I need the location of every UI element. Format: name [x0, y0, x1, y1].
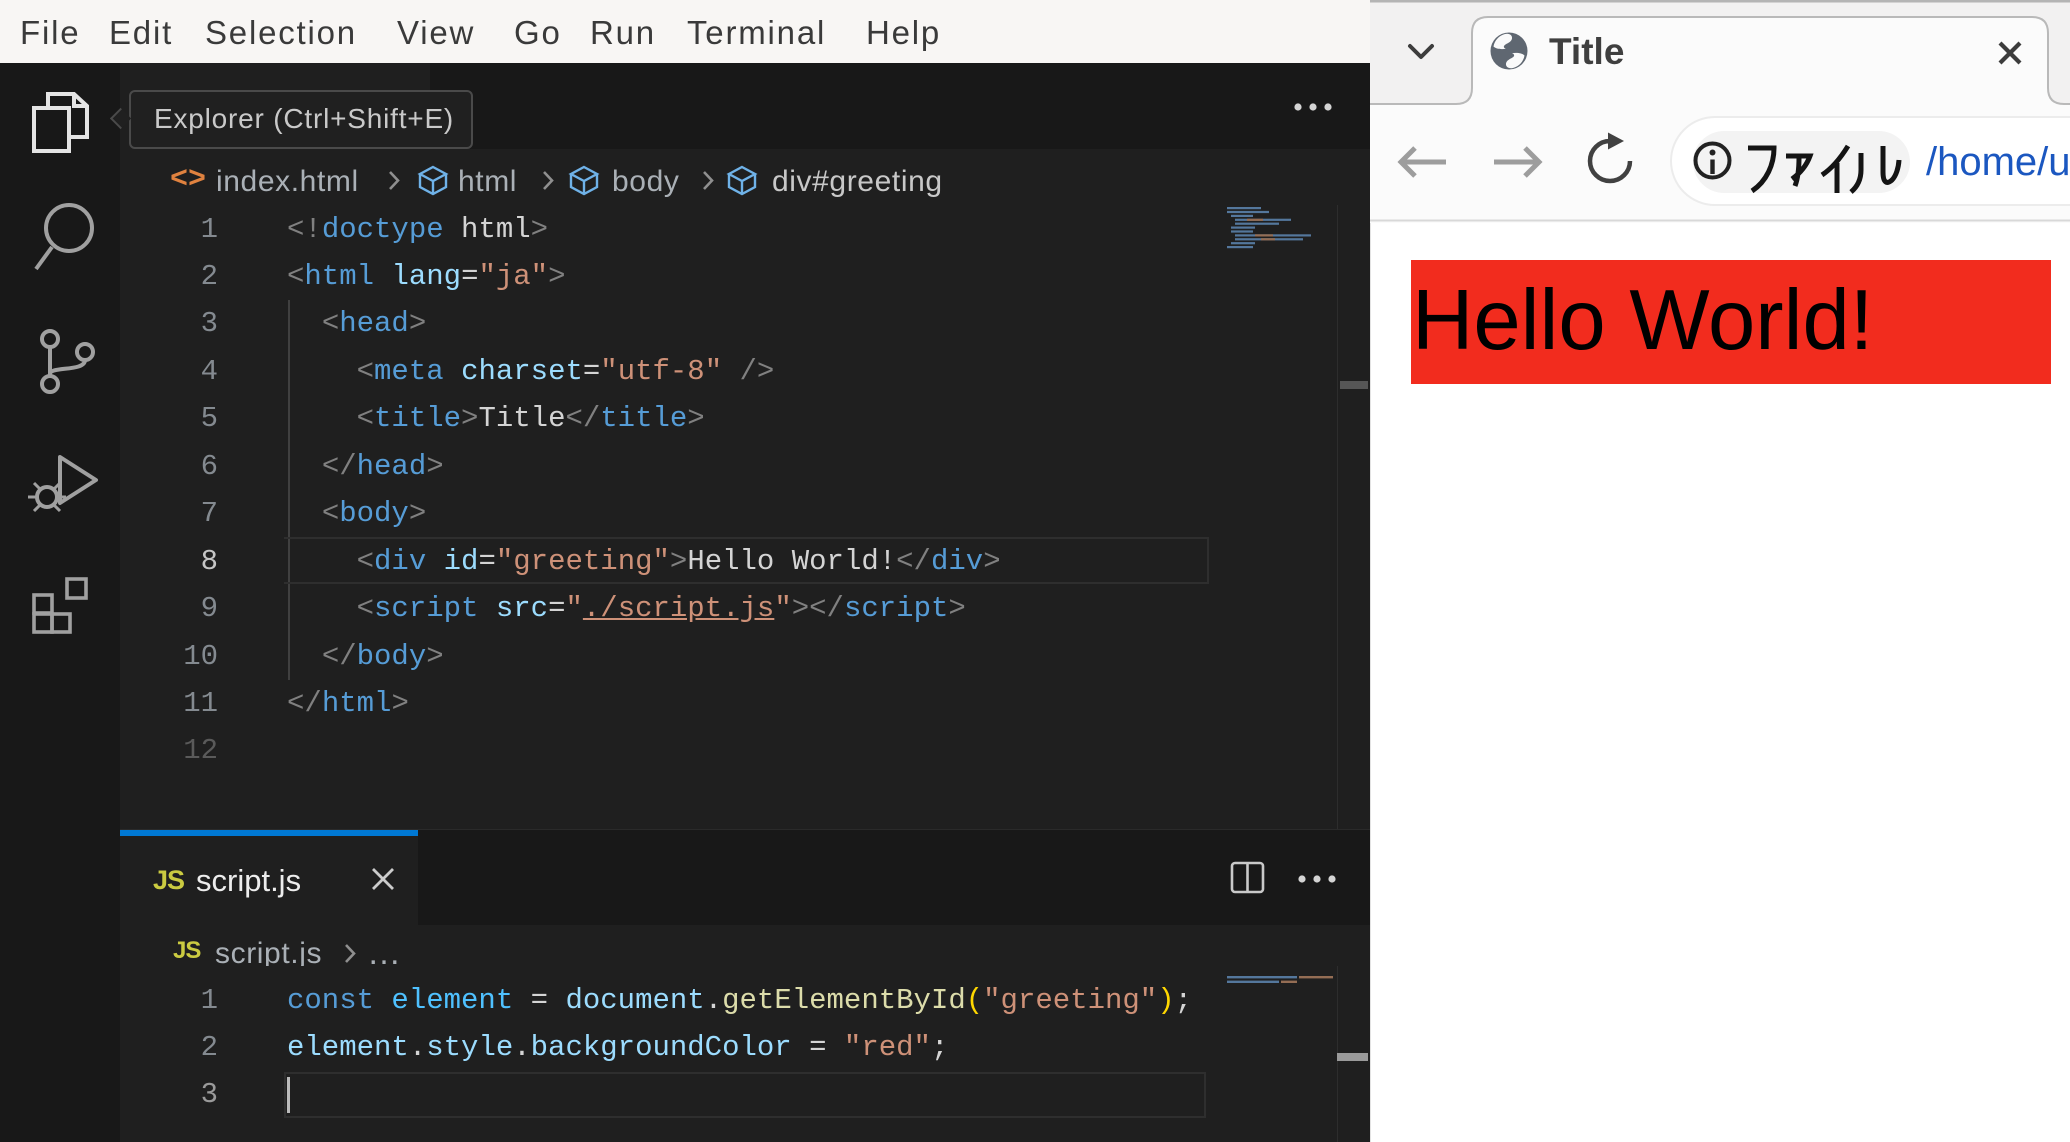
svg-text:Title: Title	[1549, 31, 1624, 72]
svg-text:/home/u: /home/u	[1926, 140, 2070, 184]
